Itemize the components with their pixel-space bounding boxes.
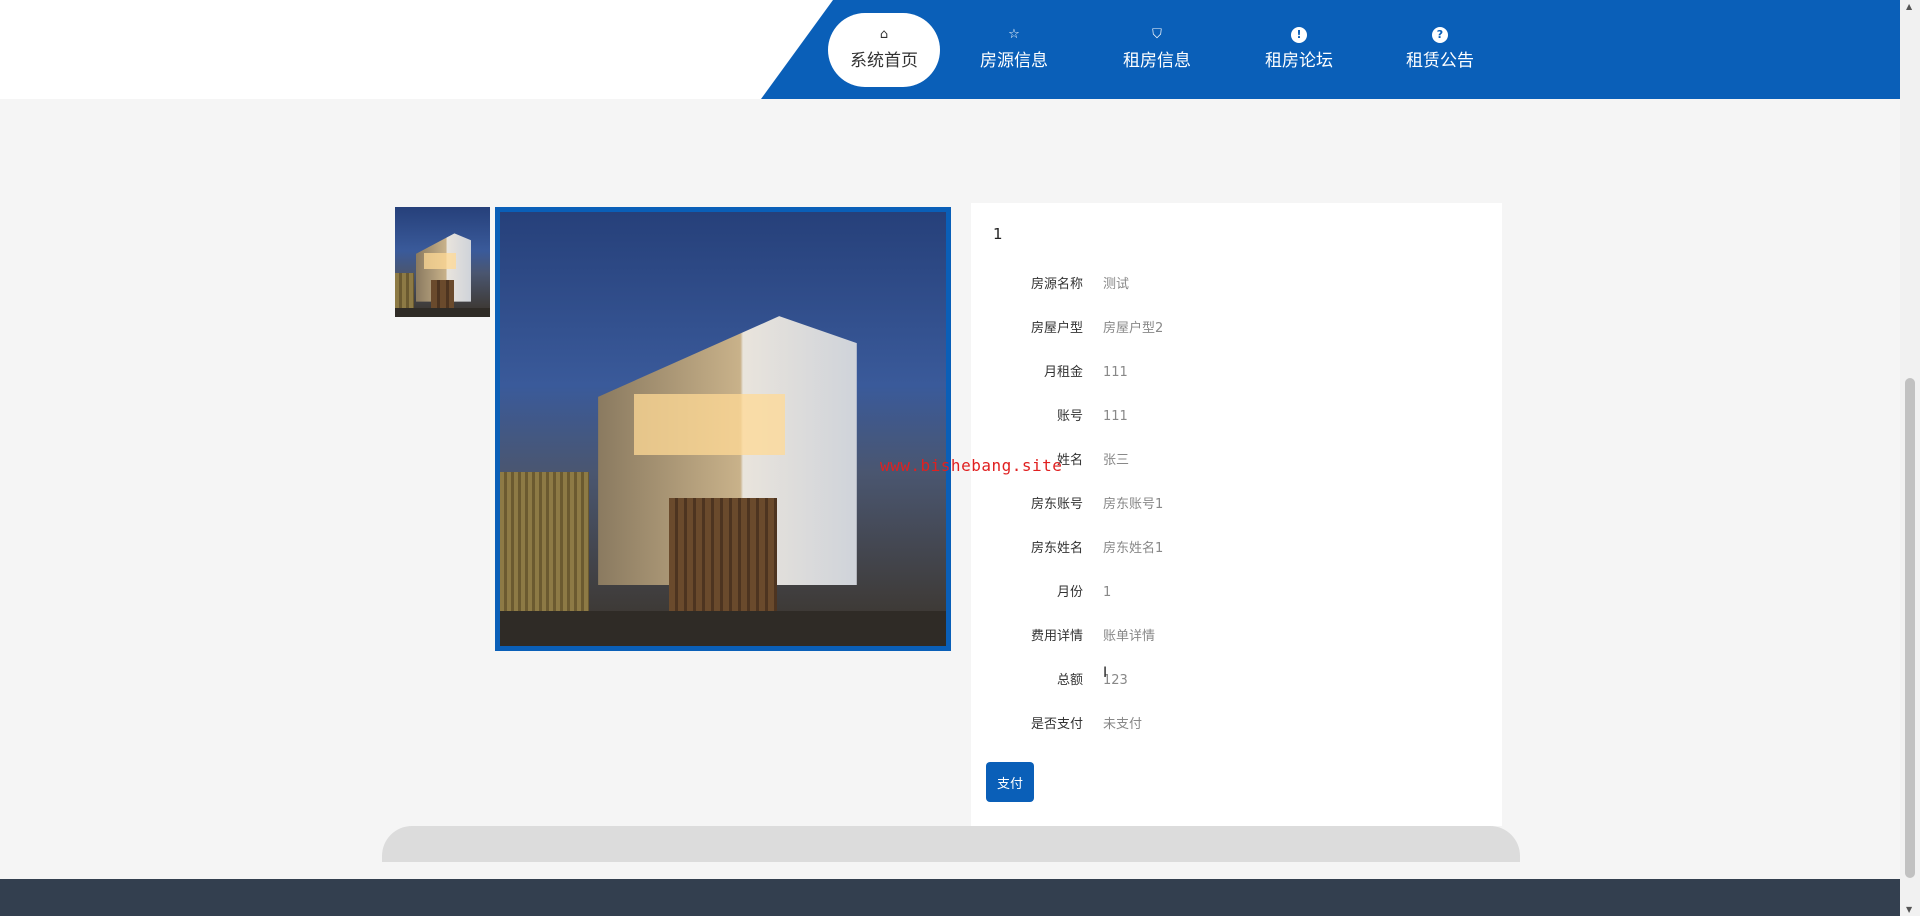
star-icon: ☆ <box>1008 27 1020 42</box>
field-value: 111 <box>1103 365 1128 380</box>
shelf-decoration <box>382 826 1520 862</box>
nav-item-1[interactable]: ☆ 房源信息 <box>958 13 1070 87</box>
field-value: 房东账号1 <box>1103 497 1164 512</box>
footer <box>0 879 1900 916</box>
pay-button[interactable]: 支付 <box>986 762 1034 802</box>
field-value: 张三 <box>1103 453 1130 468</box>
text-cursor-icon: I <box>1103 665 1108 681</box>
field-value: 房屋户型2 <box>1103 321 1164 336</box>
nav-item-0[interactable]: ⌂ 系统首页 <box>828 13 940 87</box>
home-icon: ⌂ <box>879 27 889 42</box>
detail-panel: 1 房源名称 测试 房屋户型 房屋户型2 月租金 111 账号 111 姓名 张三 房东账号 房东账号… <box>971 203 1502 826</box>
scrollbar[interactable]: ▲ ▼ <box>1900 0 1920 916</box>
nav-item-4[interactable]: ? 租赁公告 <box>1384 13 1496 87</box>
watermark: www.bishebang.site <box>880 456 1063 475</box>
field-label: 费用详情 <box>1030 629 1083 644</box>
detail-title: 1 <box>993 225 1003 243</box>
field-label: 房东账号 <box>1030 497 1083 512</box>
field-label: 账号 <box>1056 409 1083 424</box>
field-label: 房屋户型 <box>1030 321 1083 336</box>
field-label: 总额 <box>1056 673 1083 688</box>
bag-icon: ⛉ <box>1152 27 1162 42</box>
scrollbar-thumb[interactable] <box>1905 378 1915 878</box>
house-thumbnail[interactable] <box>395 207 490 317</box>
field-value: 账单详情 <box>1103 629 1156 644</box>
field-label: 房东姓名 <box>1030 541 1083 556</box>
house-main-image <box>495 207 951 651</box>
nav-item-label: 租赁公告 <box>1406 51 1474 71</box>
scroll-down-icon[interactable]: ▼ <box>1906 905 1912 914</box>
field-value: 未支付 <box>1103 717 1143 732</box>
field-label: 是否支付 <box>1030 717 1083 732</box>
question-circle-icon: ? <box>1432 27 1448 43</box>
field-label: 月租金 <box>1043 365 1083 380</box>
nav-item-label: 租房论坛 <box>1265 51 1333 71</box>
field-value: 测试 <box>1103 277 1130 292</box>
nav-item-2[interactable]: ⛉ 租房信息 <box>1101 13 1213 87</box>
nav-item-label: 租房信息 <box>1123 51 1191 71</box>
nav-item-label: 系统首页 <box>850 51 918 71</box>
field-label: 月份 <box>1056 585 1083 600</box>
nav-item-3[interactable]: ! 租房论坛 <box>1243 13 1355 87</box>
exclamation-circle-icon: ! <box>1291 27 1307 43</box>
scroll-up-icon[interactable]: ▲ <box>1906 2 1912 11</box>
field-label: 房源名称 <box>1030 277 1083 292</box>
field-value: 房东姓名1 <box>1103 541 1164 556</box>
field-value: 111 <box>1103 409 1128 424</box>
field-value: 1 <box>1103 585 1112 600</box>
nav-item-label: 房源信息 <box>980 51 1048 71</box>
